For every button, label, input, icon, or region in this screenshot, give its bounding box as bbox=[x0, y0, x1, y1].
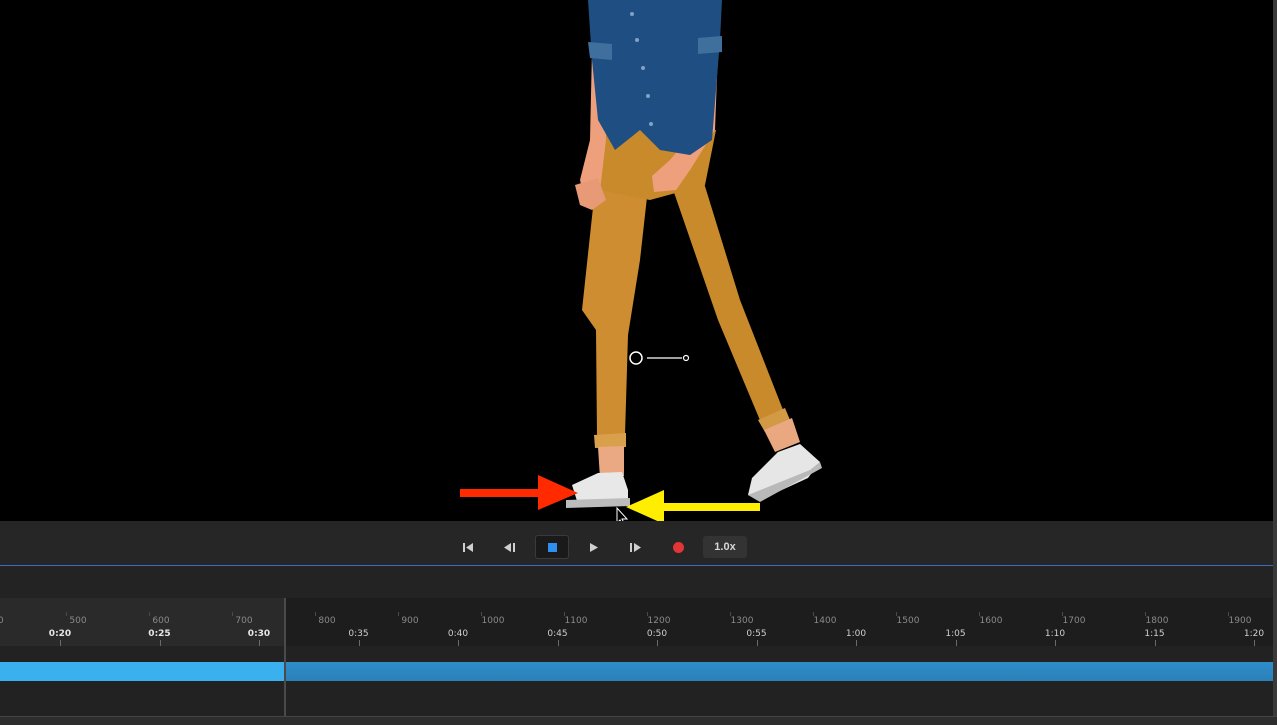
ruler-frame-label: 1700 bbox=[1062, 616, 1086, 626]
ruler-frame-label: 1400 bbox=[813, 616, 837, 626]
step-backward-icon bbox=[504, 542, 515, 552]
step-forward-icon bbox=[630, 542, 641, 552]
ruler-frame-label: 1800 bbox=[1145, 616, 1169, 626]
record-icon bbox=[672, 541, 684, 553]
skip-to-start-icon bbox=[463, 542, 473, 552]
ruler-time-label: 0:35 bbox=[348, 629, 369, 639]
ruler-frame-label: 1200 bbox=[647, 616, 671, 626]
ruler-minor-tick bbox=[564, 612, 565, 616]
ruler-frame-label: 1000 bbox=[481, 616, 505, 626]
playhead[interactable] bbox=[284, 598, 286, 716]
ruler-time-label: 0:20 bbox=[48, 629, 72, 639]
ruler-time-label: 1:10 bbox=[1044, 629, 1066, 639]
ruler-time-label: 0:40 bbox=[447, 629, 469, 639]
ruler-frame-label: 400 bbox=[0, 616, 4, 626]
ruler-minor-tick bbox=[398, 612, 399, 616]
ruler-minor-tick bbox=[66, 612, 67, 616]
bottom-scrollbar[interactable] bbox=[0, 716, 1277, 725]
track-bar-remaining[interactable] bbox=[285, 662, 1273, 681]
playback-speed-button[interactable]: 1.0x bbox=[703, 536, 747, 558]
ruler-minor-tick bbox=[647, 612, 648, 616]
ruler-frame-label: 1600 bbox=[979, 616, 1003, 626]
ruler-minor-tick bbox=[149, 612, 150, 616]
step-backward-button[interactable] bbox=[502, 537, 518, 557]
ruler-frame-label: 700 bbox=[235, 616, 253, 626]
scrollbar-edge bbox=[1273, 0, 1277, 725]
timeline-ruler[interactable]: 400 500 600 700 800 900 1000 1100 1200 1300 1400 15… bbox=[0, 598, 1273, 646]
ruler-minor-tick bbox=[1062, 612, 1063, 616]
record-button[interactable] bbox=[671, 537, 685, 557]
ruler-frame-label: 900 bbox=[401, 616, 419, 626]
ruler-minor-tick bbox=[232, 612, 233, 616]
stop-icon bbox=[547, 542, 557, 552]
ruler-time-label: 0:55 bbox=[746, 629, 767, 639]
ruler-minor-tick bbox=[1145, 612, 1146, 616]
ruler-minor-tick bbox=[813, 612, 814, 616]
animation-canvas[interactable] bbox=[0, 0, 1273, 521]
ruler-frame-label: 1300 bbox=[730, 616, 754, 626]
ruler-minor-tick bbox=[315, 612, 316, 616]
skip-to-start-button[interactable] bbox=[460, 537, 476, 557]
ruler-time-label: 1:00 bbox=[845, 629, 867, 639]
ruler-frame-label: 1500 bbox=[896, 616, 920, 626]
ruler-time-label: 1:15 bbox=[1144, 629, 1165, 639]
ruler-time-label: 1:20 bbox=[1243, 629, 1265, 639]
animation-track[interactable] bbox=[0, 646, 1273, 716]
character-illustration bbox=[460, 0, 822, 521]
ruler-time-label: 0:45 bbox=[547, 629, 568, 639]
ruler-frame-label: 500 bbox=[69, 616, 87, 626]
play-button[interactable] bbox=[586, 537, 602, 557]
stop-button[interactable] bbox=[535, 535, 569, 559]
ruler-frame-label: 800 bbox=[318, 616, 336, 626]
ruler-frame-label: 1100 bbox=[564, 616, 588, 626]
play-icon bbox=[590, 542, 598, 552]
step-forward-button[interactable] bbox=[627, 537, 643, 557]
ruler-minor-tick bbox=[1228, 612, 1229, 616]
ruler-time-label: 0:25 bbox=[148, 629, 171, 639]
ruler-frame-label: 1900 bbox=[1228, 616, 1252, 626]
ruler-time-label: 0:50 bbox=[646, 629, 668, 639]
ruler-frame-label: 600 bbox=[152, 616, 170, 626]
playback-controls: 1.0x bbox=[0, 521, 1273, 565]
ruler-time-label: 1:05 bbox=[945, 629, 966, 639]
ruler-minor-tick bbox=[481, 612, 482, 616]
ruler-minor-tick bbox=[979, 612, 980, 616]
track-bar-played[interactable] bbox=[0, 662, 285, 681]
ruler-minor-tick bbox=[730, 612, 731, 616]
ruler-time-label: 0:30 bbox=[247, 629, 271, 639]
ruler-minor-tick bbox=[896, 612, 897, 616]
empty-track-row bbox=[0, 566, 1273, 598]
